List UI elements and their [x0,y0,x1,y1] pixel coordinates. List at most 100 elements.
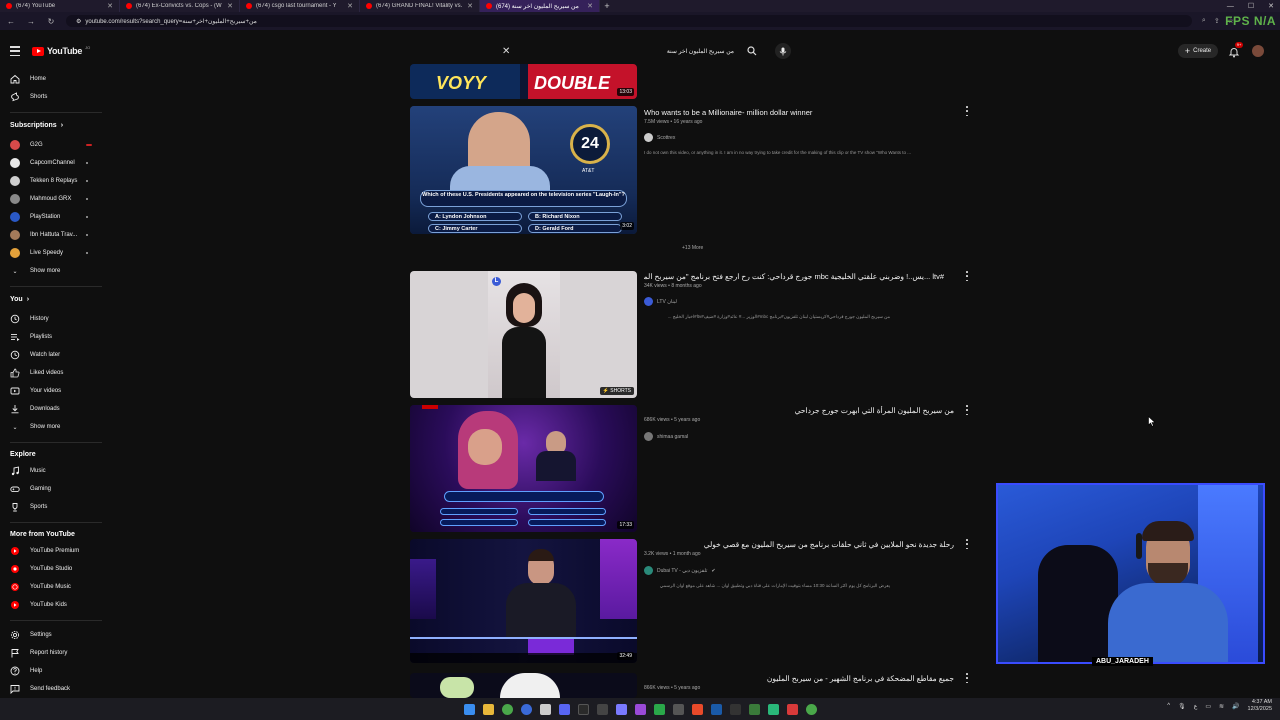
more-actions-icon[interactable] [964,271,970,281]
clear-search-icon[interactable]: ✕ [502,46,510,57]
network-icon[interactable]: ▭ [1205,703,1211,710]
sidebar-item-watch-later[interactable]: Watch later [0,346,104,364]
browser-tab-active[interactable]: (674) من سيربح المليون اخر سنة ✕ [480,0,600,12]
sidebar-item-youtube-kids[interactable]: YouTube Kids [0,596,104,614]
volume-icon[interactable]: 🔊 [1232,703,1239,710]
close-icon[interactable]: ✕ [347,2,353,10]
browser-tab[interactable]: (674) GRAND FINAL! Vitality vs. ✕ [360,0,480,12]
discord-icon[interactable] [558,703,570,715]
steam-icon[interactable] [710,703,722,715]
app-icon[interactable] [653,703,665,715]
close-icon[interactable]: ✕ [467,2,473,10]
video-thumbnail[interactable]: L ⚡ SHORTS [410,271,637,398]
video-title[interactable]: رحلة جديدة نحو الملايين في ثاني حلقات بر… [644,540,954,549]
hamburger-menu-icon[interactable] [10,46,20,56]
sidebar-item-your-videos[interactable]: Your videos [0,382,104,400]
sidebar-item-help[interactable]: Help [0,662,104,680]
sidebar-sub-mahmoud[interactable]: Mahmoud GRX [0,190,104,208]
video-thumbnail-partial[interactable]: VOYY DOUBLE 13:03 [410,64,637,99]
channel-link[interactable]: Dubai TV - تلفزيون دبي ✔ [644,566,716,575]
sidebar-sub-playstation[interactable]: PlayStation [0,208,104,226]
app-icon[interactable] [596,703,608,715]
chrome-icon[interactable] [805,703,817,715]
sidebar-item-liked-videos[interactable]: Liked videos [0,364,104,382]
video-thumbnail[interactable]: 32:49 [410,539,637,663]
youtube-logo[interactable]: YouTube JO [32,45,90,56]
file-explorer-icon[interactable] [482,703,494,715]
app-icon[interactable] [672,703,684,715]
more-actions-icon[interactable] [964,106,970,116]
show-more-results-link[interactable]: +13 More [682,245,703,251]
sidebar-item-send-feedback[interactable]: Send feedback [0,680,104,698]
video-title[interactable]: جميع مقاطع المضحكة في برنامج الشهير - من… [644,674,954,683]
sidebar-item-settings[interactable]: Settings [0,626,104,644]
app-icon[interactable] [767,703,779,715]
browser-tab[interactable]: (674) csgo last tournament - Y ✕ [240,0,360,12]
chrome-icon[interactable] [501,703,513,715]
excel-icon[interactable] [748,703,760,715]
zoom-icon[interactable]: ⌕ [1202,17,1206,25]
sidebar-item-music[interactable]: Music [0,462,104,480]
microphone-icon[interactable]: 🎙 [1178,703,1186,710]
close-icon[interactable]: ✕ [587,2,593,10]
sidebar-item-shorts[interactable]: Shorts [0,88,104,106]
new-tab-button[interactable]: + [600,1,614,11]
terminal-icon[interactable] [577,703,589,715]
video-thumbnail-partial[interactable] [410,673,637,698]
sidebar-item-home[interactable]: Home [0,70,104,88]
search-button[interactable] [745,44,759,58]
video-thumbnail[interactable]: 24 AT&T Which of these U.S. Presidents a… [410,106,637,234]
back-arrow-icon[interactable]: ← [6,17,16,26]
wifi-icon[interactable]: ≋ [1219,703,1224,710]
app-icon[interactable] [691,703,703,715]
app-icon[interactable] [539,703,551,715]
you-heading[interactable]: You › [10,296,29,303]
app-icon[interactable] [729,703,741,715]
chevron-up-icon[interactable]: ^ [1167,703,1170,709]
url-field[interactable]: ⚙ youtube.com/results?search_query=من+سي… [66,15,1192,27]
more-actions-icon[interactable] [964,539,970,549]
channel-link[interactable]: LTV لبنان [644,297,677,306]
maximize-icon[interactable]: ☐ [1248,2,1254,10]
obs-icon[interactable] [634,703,646,715]
channel-link[interactable]: shimaa gamal [644,432,688,441]
forward-arrow-icon[interactable]: → [26,17,36,26]
browser-tab[interactable]: (674) YouTube ✕ [0,0,120,12]
language-indicator[interactable]: ع [1194,703,1198,710]
close-window-icon[interactable]: ✕ [1268,2,1274,10]
sidebar-item-youtube-studio[interactable]: YouTube Studio [0,560,104,578]
video-title[interactable]: #ltv ...يس..! وضربني علقتي الخليجية mbc … [644,272,944,281]
share-icon[interactable]: ⇪ [1214,17,1220,25]
taskbar-clock[interactable]: 4:37 AM 12/3/2025 [1248,699,1272,713]
video-title[interactable]: Who wants to be a Millionaire- million d… [644,108,954,117]
sidebar-item-youtube-music[interactable]: YouTube Music [0,578,104,596]
more-actions-icon[interactable] [964,405,970,415]
subscriptions-heading[interactable]: Subscriptions › [10,122,63,129]
sidebar-item-gaming[interactable]: Gaming [0,480,104,498]
sidebar-sub-capcom[interactable]: CapcomChannel [0,154,104,172]
app-icon[interactable] [786,703,798,715]
account-avatar[interactable] [1252,45,1264,57]
browser-icon[interactable] [520,703,532,715]
site-info-icon[interactable]: ⚙ [76,18,81,25]
sidebar-subs-show-more[interactable]: ⌄ Show more [0,262,104,280]
voice-search-button[interactable] [775,43,791,59]
sidebar-item-report-history[interactable]: Report history [0,644,104,662]
sidebar-sub-tekken[interactable]: Tekken 8 Replays [0,172,104,190]
minimize-icon[interactable]: — [1227,3,1234,10]
reload-icon[interactable]: ↻ [46,17,56,26]
sidebar-item-playlists[interactable]: Playlists [0,328,104,346]
more-actions-icon[interactable] [964,673,970,683]
sidebar-item-youtube-premium[interactable]: YouTube Premium [0,542,104,560]
sidebar-sub-ibn-battuta[interactable]: Ibn Hattuta Trav... [0,226,104,244]
sidebar-item-downloads[interactable]: Downloads [0,400,104,418]
sidebar-you-show-more[interactable]: ⌄ Show more [0,418,104,436]
search-input[interactable]: ✕ من سيربح المليون اخر سنة [494,44,742,58]
sidebar-item-history[interactable]: History [0,310,104,328]
create-button[interactable]: + Create [1178,44,1218,58]
close-icon[interactable]: ✕ [107,2,113,10]
video-title[interactable]: من سيربح المليون المرأة التي ابهرت جورج … [644,406,954,415]
windows-start-icon[interactable] [463,703,475,715]
sidebar-sub-live-speedy[interactable]: Live Speedy [0,244,104,262]
app-icon[interactable] [615,703,627,715]
